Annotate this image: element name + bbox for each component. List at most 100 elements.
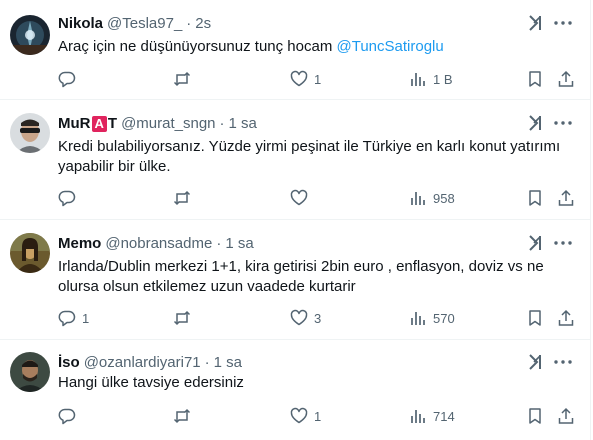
like-icon [290, 309, 308, 326]
bookmark-icon [529, 408, 541, 424]
like-button[interactable]: 3 [290, 307, 321, 329]
tweet-header: İso @ozanlardiyari71 · 1 sa [58, 352, 242, 372]
avatar[interactable] [10, 15, 50, 55]
views-icon [411, 410, 425, 423]
reply-button[interactable] [58, 187, 82, 209]
like-button[interactable] [290, 187, 314, 209]
retweet-button[interactable] [173, 187, 197, 209]
timestamp[interactable]: 2s [195, 15, 211, 32]
grok-icon[interactable] [525, 233, 545, 253]
more-icon[interactable] [553, 113, 573, 133]
avatar[interactable] [10, 113, 50, 153]
timestamp[interactable]: 1 sa [229, 115, 257, 132]
tweet-text-line: olursa olsun etkilemez uzun vaadede kurt… [58, 278, 356, 295]
like-button[interactable]: 1 [290, 68, 321, 90]
retweet-button[interactable] [173, 68, 197, 90]
retweet-button[interactable] [173, 307, 197, 329]
like-count: 1 [314, 408, 322, 424]
views-button[interactable]: 958 [409, 187, 455, 209]
tweet-text: Kredi bulabiliyorsanız. Yüzde yirmi peşi… [58, 137, 578, 177]
separator-dot: · [216, 234, 222, 252]
share-icon [558, 189, 574, 206]
views-count: 714 [433, 408, 455, 424]
retweet-button[interactable] [173, 405, 197, 427]
grok-icon[interactable] [525, 13, 545, 33]
user-handle[interactable]: @ozanlardiyari71 [84, 354, 201, 371]
bookmark-button[interactable] [526, 405, 544, 427]
reply-count: 1 [82, 310, 90, 326]
user-handle[interactable]: @nobransadme [105, 235, 212, 252]
tweet-reply[interactable]: İso @ozanlardiyari71 · 1 sa Hangi ülke t… [0, 340, 591, 440]
more-icon[interactable] [553, 352, 573, 372]
retweet-icon [173, 408, 191, 424]
views-count: 958 [433, 190, 455, 206]
tweet-reply[interactable]: Memo @nobransadme · 1 sa Irlanda/Dublin … [0, 220, 591, 340]
tweet-body: Hangi ülke tavsiye edersiniz [58, 374, 244, 391]
more-icon[interactable] [553, 13, 573, 33]
display-name-suffix: T [107, 114, 118, 132]
like-icon [290, 189, 308, 206]
display-name[interactable]: İso [58, 354, 80, 371]
retweet-icon [173, 71, 191, 87]
mention-link[interactable]: @TuncSatiroglu [337, 38, 444, 55]
display-name[interactable]: Nikola [58, 15, 103, 32]
more-icon[interactable] [553, 233, 573, 253]
share-button[interactable] [557, 307, 575, 329]
reply-feed: Nikola @Tesla97_ · 2s Araç için ne düşün… [0, 0, 591, 440]
like-button[interactable]: 1 [290, 405, 321, 427]
bookmark-button[interactable] [526, 307, 544, 329]
tweet-reply[interactable]: MuR A T @murat_sngn · 1 sa Kredi bulabiliy… [0, 100, 591, 220]
tweet-header: Nikola @Tesla97_ · 2s [58, 13, 211, 33]
timestamp[interactable]: 1 sa [214, 354, 242, 371]
avatar[interactable] [10, 233, 50, 273]
retweet-icon [173, 310, 191, 326]
share-button[interactable] [557, 187, 575, 209]
bookmark-icon [529, 190, 541, 206]
tweet-text-line: Kredi bulabiliyorsanız. Yüzde yirmi peşi… [58, 138, 561, 155]
reply-button[interactable]: 1 [58, 307, 89, 329]
like-icon [290, 407, 308, 424]
reply-icon [58, 310, 76, 327]
share-button[interactable] [557, 405, 575, 427]
separator-dot: · [186, 14, 192, 32]
reply-icon [58, 71, 76, 88]
share-button[interactable] [557, 68, 575, 90]
display-name[interactable]: Memo [58, 235, 101, 252]
bookmark-button[interactable] [526, 187, 544, 209]
reply-button[interactable] [58, 68, 82, 90]
views-button[interactable]: 1 B [409, 68, 453, 90]
user-handle[interactable]: @murat_sngn [121, 115, 215, 132]
tweet-body: Araç için ne düşünüyorsunuz tunç hocam [58, 38, 337, 55]
share-icon [558, 309, 574, 326]
tweet-reply[interactable]: Nikola @Tesla97_ · 2s Araç için ne düşün… [0, 0, 591, 100]
like-icon [290, 70, 308, 87]
separator-dot: · [219, 114, 225, 132]
reply-button[interactable] [58, 405, 82, 427]
bookmark-button[interactable] [526, 68, 544, 90]
retweet-icon [173, 190, 191, 206]
views-count: 570 [433, 310, 455, 326]
display-name-prefix: MuR [58, 114, 91, 132]
display-name[interactable]: MuR A T [58, 115, 117, 132]
tweet-header: Memo @nobransadme · 1 sa [58, 233, 254, 253]
bookmark-icon [529, 71, 541, 87]
views-count: 1 B [433, 71, 453, 87]
display-name-badge: A [91, 115, 107, 132]
user-handle[interactable]: @Tesla97_ [107, 15, 182, 32]
views-icon [411, 312, 425, 325]
tweet-text: Araç için ne düşünüyorsunuz tunç hocam @… [58, 37, 578, 57]
tweet-text: Hangi ülke tavsiye edersiniz [58, 373, 578, 393]
action-bar: 1 3 570 [52, 307, 586, 329]
avatar[interactable] [10, 352, 50, 392]
views-button[interactable]: 714 [409, 405, 455, 427]
timestamp[interactable]: 1 sa [225, 235, 253, 252]
views-icon [411, 192, 425, 205]
reply-icon [58, 408, 76, 425]
grok-icon[interactable] [525, 113, 545, 133]
views-icon [411, 73, 425, 86]
share-icon [558, 407, 574, 424]
action-bar: 1 714 [52, 405, 586, 427]
views-button[interactable]: 570 [409, 307, 455, 329]
action-bar: 958 [52, 187, 586, 209]
grok-icon[interactable] [525, 352, 545, 372]
